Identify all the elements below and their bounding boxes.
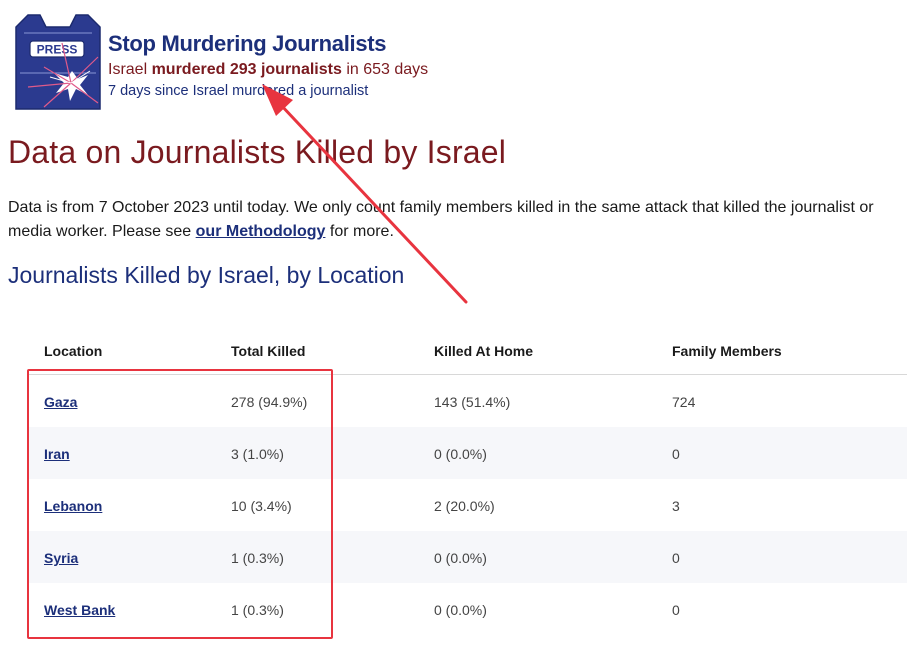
- location-link-west-bank[interactable]: West Bank: [44, 602, 115, 618]
- intro-paragraph: Data is from 7 October 2023 until today.…: [8, 196, 903, 244]
- column-header-family-members[interactable]: Family Members: [672, 343, 782, 359]
- family-members-cell: 0: [672, 550, 680, 566]
- press-vest-logo[interactable]: PRESS: [14, 13, 102, 114]
- intro-text: Data is from 7 October 2023 until today.…: [8, 199, 874, 240]
- killed-at-home-cell: 0 (0.0%): [434, 446, 487, 462]
- summary-prefix: Israel: [108, 61, 152, 78]
- total-killed-cell: 278 (94.9%): [231, 394, 308, 410]
- press-vest-icon: PRESS: [15, 14, 101, 110]
- total-killed-cell: 3 (1.0%): [231, 446, 284, 462]
- total-killed-cell: 1 (0.3%): [231, 602, 284, 618]
- days-since-text: 7 days since Israel murdered a journalis…: [108, 83, 369, 99]
- location-cell: West Bank: [44, 602, 115, 618]
- page-title: Data on Journalists Killed by Israel: [8, 134, 507, 170]
- column-header-killed-at-home[interactable]: Killed At Home: [434, 343, 533, 359]
- summary-count: murdered 293 journalists: [151, 61, 342, 78]
- total-killed-cell: 1 (0.3%): [231, 550, 284, 566]
- killed-at-home-cell: 0 (0.0%): [434, 550, 487, 566]
- section-title: Journalists Killed by Israel, by Locatio…: [8, 262, 405, 288]
- location-link-lebanon[interactable]: Lebanon: [44, 498, 102, 514]
- killed-at-home-cell: 0 (0.0%): [434, 602, 487, 618]
- family-members-cell: 724: [672, 394, 696, 410]
- family-members-cell: 0: [672, 602, 680, 618]
- methodology-link[interactable]: our Methodology: [196, 223, 326, 240]
- table-row: Iran 3 (1.0%) 0 (0.0%) 0: [28, 427, 907, 479]
- family-members-cell: 0: [672, 446, 680, 462]
- logo-press-text: PRESS: [37, 43, 78, 57]
- location-table: Location Total Killed Killed At Home Fam…: [28, 322, 907, 635]
- table-header-row: Location Total Killed Killed At Home Fam…: [28, 322, 907, 375]
- killed-at-home-cell: 2 (20.0%): [434, 498, 495, 514]
- family-members-cell: 3: [672, 498, 680, 514]
- table-row: Syria 1 (0.3%) 0 (0.0%) 0: [28, 531, 907, 583]
- location-cell: Lebanon: [44, 498, 102, 514]
- column-header-total-killed[interactable]: Total Killed: [231, 343, 305, 359]
- murder-count-summary: Israel murdered 293 journalists in 653 d…: [108, 61, 428, 79]
- summary-suffix: in 653 days: [341, 61, 429, 78]
- table-row: West Bank 1 (0.3%) 0 (0.0%) 0: [28, 583, 907, 635]
- table-row: Lebanon 10 (3.4%) 2 (20.0%) 3: [28, 479, 907, 531]
- location-cell: Gaza: [44, 394, 77, 410]
- total-killed-cell: 10 (3.4%): [231, 498, 292, 514]
- location-cell: Iran: [44, 446, 70, 462]
- site-title[interactable]: Stop Murdering Journalists: [108, 31, 387, 57]
- location-link-iran[interactable]: Iran: [44, 446, 70, 462]
- location-link-syria[interactable]: Syria: [44, 550, 78, 566]
- intro-text-end: for more.: [325, 223, 394, 240]
- column-header-location[interactable]: Location: [44, 343, 102, 359]
- table-row: Gaza 278 (94.9%) 143 (51.4%) 724: [28, 375, 907, 427]
- killed-at-home-cell: 143 (51.4%): [434, 394, 511, 410]
- location-link-gaza[interactable]: Gaza: [44, 394, 77, 410]
- location-cell: Syria: [44, 550, 78, 566]
